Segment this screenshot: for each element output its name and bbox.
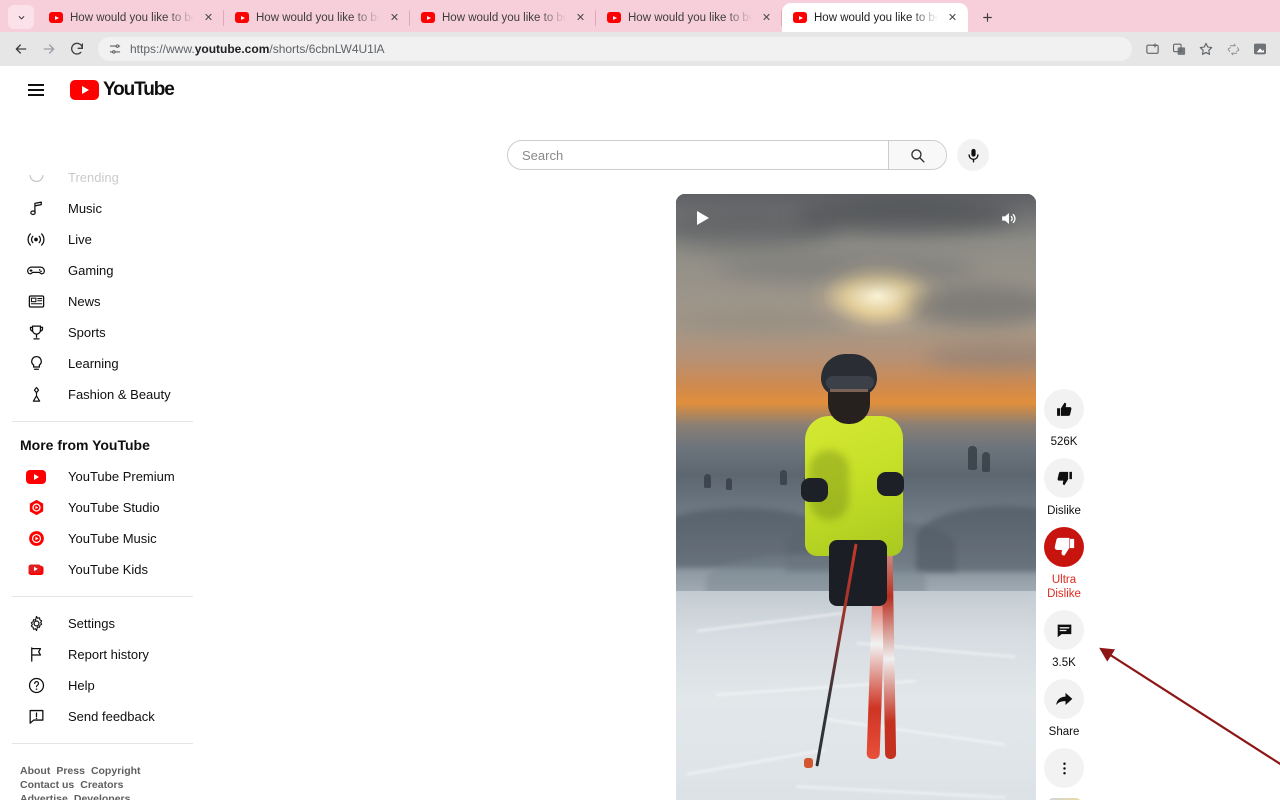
- tab-title: How would you like to be gr: [814, 11, 938, 24]
- thumbs-down-icon: [1044, 458, 1084, 498]
- search-icon: [911, 148, 925, 163]
- tab-search-button[interactable]: [8, 5, 34, 29]
- background-skier: [726, 478, 732, 490]
- close-icon[interactable]: ✕: [573, 10, 588, 25]
- close-icon[interactable]: ✕: [945, 10, 960, 25]
- comment-icon: [1044, 610, 1084, 650]
- address-bar-url: https://www.youtube.com/shorts/6cbnLW4U1…: [130, 42, 385, 56]
- background-skier: [780, 470, 787, 485]
- dislike-label: Dislike: [1047, 505, 1081, 517]
- play-icon: [697, 211, 709, 225]
- tab-title: How would you like to be gr: [256, 11, 380, 24]
- browser-tab-5-active[interactable]: How would you like to be gr ✕: [782, 3, 968, 32]
- volume-on-icon: [1001, 212, 1015, 224]
- foreground-skier: [799, 354, 909, 774]
- youtube-favicon: [421, 12, 435, 23]
- thumbs-down-filled-icon: [1044, 527, 1084, 567]
- forward-button[interactable]: [36, 36, 62, 62]
- tab-title: How would you like to be gr: [628, 11, 752, 24]
- player-top-controls: [676, 194, 1036, 242]
- annotation-arrow: [1099, 647, 1280, 766]
- youtube-favicon: [235, 12, 249, 23]
- hamburger-menu-icon[interactable]: [16, 70, 56, 110]
- youtube-logo[interactable]: YouTube: [70, 79, 175, 101]
- share-arrow-icon: [1044, 679, 1084, 719]
- background-skier: [704, 474, 711, 488]
- thumbs-up-icon: [1044, 389, 1084, 429]
- share-label: Share: [1048, 726, 1080, 738]
- more-vertical-icon: [1044, 748, 1084, 788]
- youtube-logo-text: YouTube: [103, 79, 175, 100]
- comment-count: 3.5K: [1052, 657, 1076, 669]
- comments-button[interactable]: 3.5K: [1044, 610, 1084, 670]
- close-icon[interactable]: ✕: [759, 10, 774, 25]
- shorts-area: 526K Dislike Ultra Dislike 3.5K Share: [0, 162, 1280, 800]
- tab-title: How would you like to be gr: [70, 11, 194, 24]
- more-options-button[interactable]: [1044, 748, 1084, 788]
- plus-icon: [982, 12, 992, 22]
- close-icon[interactable]: ✕: [387, 10, 402, 25]
- browser-tab-3[interactable]: How would you like to be gr ✕: [410, 3, 596, 32]
- youtube-favicon: [607, 12, 621, 23]
- background-skier: [982, 452, 990, 472]
- youtube-play-icon: [70, 80, 99, 100]
- reload-icon: [71, 42, 83, 55]
- browser-tab-1[interactable]: How would you like to be gr ✕: [38, 3, 224, 32]
- sync-icon[interactable]: [1221, 37, 1245, 61]
- like-button[interactable]: 526K: [1044, 389, 1084, 449]
- toolbar-right-icons: [1140, 37, 1272, 61]
- share-button[interactable]: Share: [1044, 679, 1084, 739]
- microphone-icon: [967, 148, 979, 163]
- tune-icon[interactable]: [108, 42, 122, 56]
- reload-button[interactable]: [64, 36, 90, 62]
- background-skier: [968, 446, 977, 470]
- browser-tab-2[interactable]: How would you like to be gr ✕: [224, 3, 410, 32]
- dislike-button[interactable]: Dislike: [1044, 458, 1084, 518]
- browser-tab-strip: How would you like to be gr ✕ How would …: [0, 0, 1280, 32]
- translate-icon[interactable]: [1167, 37, 1191, 61]
- youtube-favicon: [49, 12, 63, 23]
- shorts-video-player[interactable]: [676, 194, 1036, 800]
- bookmark-star-icon[interactable]: [1194, 37, 1218, 61]
- youtube-favicon: [793, 12, 807, 23]
- tab-title: How would you like to be gr: [442, 11, 566, 24]
- browser-tab-4[interactable]: How would you like to be gr ✕: [596, 3, 782, 32]
- play-button[interactable]: [692, 207, 714, 229]
- address-bar[interactable]: https://www.youtube.com/shorts/6cbnLW4U1…: [98, 37, 1132, 61]
- profile-avatar-icon[interactable]: [1248, 37, 1272, 61]
- ultra-dislike-button[interactable]: Ultra Dislike: [1044, 527, 1084, 601]
- shorts-action-rail: 526K Dislike Ultra Dislike 3.5K Share: [1044, 389, 1084, 800]
- browser-toolbar: https://www.youtube.com/shorts/6cbnLW4U1…: [0, 32, 1280, 66]
- forward-arrow-icon: [43, 44, 55, 54]
- close-icon[interactable]: ✕: [201, 10, 216, 25]
- chevron-down-icon: [18, 15, 24, 19]
- youtube-masthead: YouTube: [0, 66, 1280, 114]
- ultra-dislike-label: Ultra Dislike: [1047, 574, 1081, 600]
- new-tab-button[interactable]: [974, 4, 1000, 30]
- page-content: YouTube Trending: [0, 66, 1280, 800]
- back-arrow-icon: [15, 44, 27, 54]
- like-count: 526K: [1050, 436, 1078, 448]
- back-button[interactable]: [8, 36, 34, 62]
- cast-icon[interactable]: [1140, 37, 1164, 61]
- volume-button[interactable]: [996, 206, 1020, 230]
